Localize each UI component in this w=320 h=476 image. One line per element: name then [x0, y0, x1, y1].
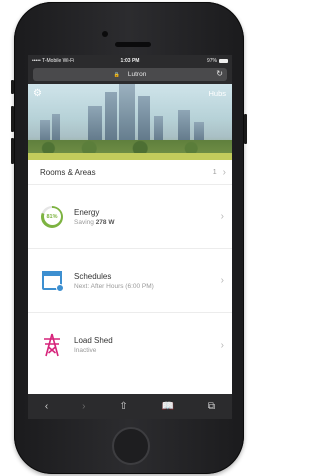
chevron-right-icon: › — [220, 275, 224, 286]
load-shed-subtitle: Inactive — [74, 347, 97, 354]
power-button — [244, 114, 247, 144]
volume-down-button — [11, 138, 14, 164]
schedules-title: Schedules — [74, 271, 112, 281]
share-icon[interactable]: ⇧ — [119, 401, 127, 412]
schedules-subtitle: Next: After Hours (6:00 PM) — [74, 282, 154, 290]
chevron-right-icon: › — [220, 211, 224, 222]
back-icon[interactable]: ‹ — [45, 401, 48, 412]
browser-toolbar: ‹ › ⇧ 📖 ⧉ — [28, 394, 232, 419]
clock-badge-icon — [56, 284, 64, 292]
rooms-label: Rooms & Areas — [40, 167, 96, 177]
calendar-icon — [42, 271, 64, 292]
hero-banner: ⚙ Hubs — [28, 84, 232, 160]
grass — [28, 153, 232, 160]
status-time: 1:03 PM — [120, 57, 140, 64]
bookmarks-icon[interactable]: 📖 — [162, 401, 174, 412]
energy-subtitle-value: 278 W — [95, 218, 115, 226]
reload-icon[interactable]: ↻ — [216, 69, 223, 78]
energy-subtitle: Saving 278 W — [74, 219, 217, 226]
schedules-row[interactable]: Schedules Next: After Hours (6:00 PM) › — [28, 249, 232, 313]
energy-icon-wrap: 81% — [38, 205, 66, 228]
building — [138, 96, 150, 144]
schedules-icon-wrap — [38, 271, 66, 292]
schedules-texts: Schedules Next: After Hours (6:00 PM) — [74, 272, 217, 290]
earpiece-speaker — [115, 42, 151, 47]
tree-line — [28, 140, 232, 154]
status-bar: ••••• T-Mobile Wi-Fi 1:03 PM 97% — [28, 55, 232, 66]
energy-subtitle-prefix: Saving — [74, 218, 94, 226]
phone-screen: ••••• T-Mobile Wi-Fi 1:03 PM 97% 🔒 Lutro… — [28, 55, 232, 419]
tabs-icon[interactable]: ⧉ — [208, 401, 215, 412]
energy-texts: Energy Saving 278 W — [74, 208, 217, 226]
url-field[interactable]: 🔒 Lutron ↻ — [33, 68, 227, 81]
url-text: Lutron — [127, 71, 147, 78]
building — [88, 106, 102, 144]
energy-gauge-icon: 81% — [41, 205, 63, 228]
hubs-link[interactable]: Hubs — [208, 89, 226, 98]
building — [105, 92, 117, 144]
forward-icon[interactable]: › — [82, 401, 85, 412]
energy-title: Energy — [74, 207, 100, 217]
home-button[interactable] — [112, 427, 150, 465]
front-camera — [102, 31, 108, 37]
lock-icon: 🔒 — [113, 71, 120, 78]
mute-switch — [11, 80, 14, 94]
load-shed-icon-wrap — [38, 333, 66, 357]
chevron-right-icon: › — [220, 339, 224, 351]
transmission-tower-icon — [44, 333, 60, 357]
energy-gauge-label: 81% — [43, 208, 61, 225]
load-shed-title: Load Shed — [74, 336, 113, 345]
rooms-areas-row[interactable]: Rooms & Areas 1 › — [28, 160, 232, 185]
address-bar: 🔒 Lutron ↻ — [28, 66, 232, 84]
building — [178, 110, 190, 144]
chevron-right-icon: › — [222, 166, 226, 178]
load-shed-row[interactable]: Load Shed Inactive › — [28, 313, 232, 377]
energy-row[interactable]: 81% Energy Saving 278 W › — [28, 185, 232, 249]
rooms-count: 1 — [212, 168, 217, 176]
settings-icon[interactable]: ⚙ — [33, 88, 42, 99]
building — [119, 84, 135, 144]
load-shed-texts: Load Shed Inactive — [74, 336, 217, 354]
volume-up-button — [11, 106, 14, 132]
